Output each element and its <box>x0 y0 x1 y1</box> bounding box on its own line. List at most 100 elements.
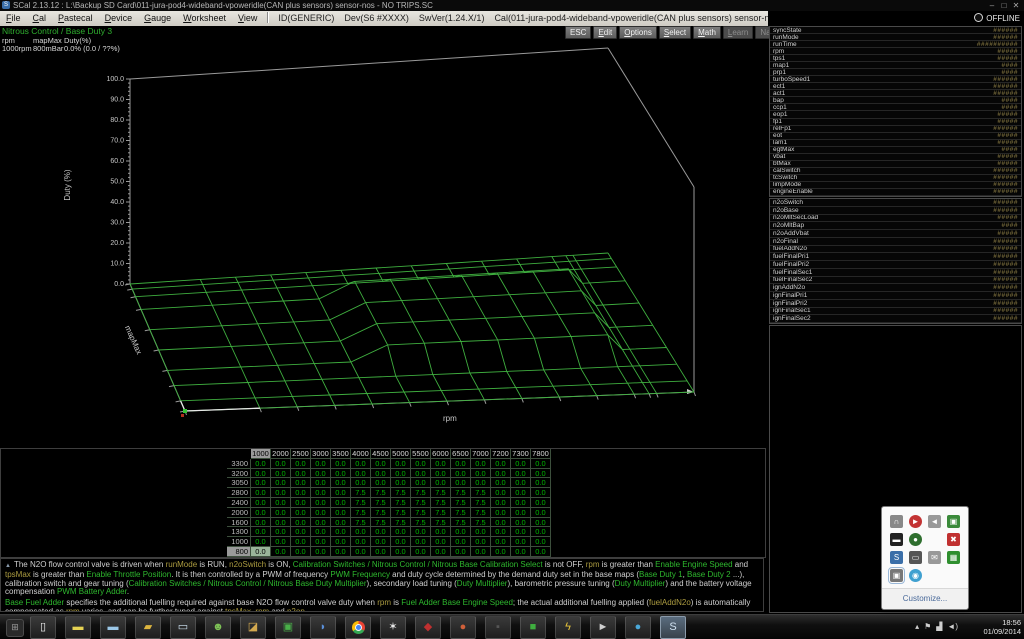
duty-cell[interactable]: 0.0 <box>291 546 311 557</box>
watch-row-turboSpeed1[interactable]: turboSpeed1 ###### <box>770 76 1021 84</box>
watch-row-ignFinalPri1[interactable]: ignFinalPri1 ###### <box>770 292 1021 300</box>
watch-row-tcSwitch[interactable]: tcSwitch ###### <box>770 174 1021 182</box>
watch-row-n2oBase[interactable]: n2oBase ###### <box>770 206 1021 215</box>
duty-cell[interactable]: 0.0 <box>311 478 331 489</box>
headset-tray-icon[interactable]: ∩ <box>890 515 903 528</box>
duty-cell[interactable]: 0.0 <box>311 458 331 469</box>
watch-row-n2oSwitch[interactable]: n2oSwitch ###### <box>770 199 1021 207</box>
duty-cell[interactable]: 0.0 <box>291 497 311 508</box>
rpm-col-header[interactable]: 7000 <box>471 449 491 459</box>
duty-cell[interactable]: 7.5 <box>411 507 431 518</box>
duty-cell[interactable]: 0.0 <box>251 458 271 469</box>
taskbar-scal-icon[interactable]: S <box>660 616 686 639</box>
duty-cell[interactable]: 7.5 <box>391 517 411 528</box>
taskbar-orange-circle-icon[interactable]: ● <box>450 616 476 639</box>
rpm-col-header[interactable]: 7300 <box>511 449 531 459</box>
taskbar-window-icon[interactable]: ▭ <box>170 616 196 639</box>
duty-cell[interactable]: 0.0 <box>291 507 311 518</box>
rpm-col-header[interactable]: 3500 <box>331 449 351 459</box>
duty-cell[interactable]: 0.0 <box>511 478 531 489</box>
duty-cell[interactable]: 0.0 <box>491 546 511 557</box>
duty-cell[interactable]: 0.0 <box>311 546 331 557</box>
map-row-header[interactable]: 3300 <box>227 458 251 469</box>
duty-cell[interactable]: 0.0 <box>411 546 431 557</box>
duty-cell[interactable]: 7.5 <box>371 488 391 498</box>
duty-cell[interactable]: 7.5 <box>471 497 491 508</box>
watch-row-vbat[interactable]: vbat ##### <box>770 153 1021 161</box>
duty-cell[interactable]: 7.5 <box>371 517 391 528</box>
duty-cell[interactable]: 0.0 <box>271 488 291 498</box>
duty-cell[interactable]: 0.0 <box>511 517 531 528</box>
duty-cell[interactable]: 0.0 <box>411 527 431 538</box>
taskbar-lightning-icon[interactable]: ϟ <box>555 616 581 639</box>
taskbar-chrome-icon[interactable] <box>345 616 371 639</box>
duty-cell[interactable]: 0.0 <box>271 497 291 508</box>
duty-cell[interactable]: 0.0 <box>251 497 271 508</box>
map-row-header[interactable]: 2800 <box>227 488 251 498</box>
customize-link[interactable]: Customize... <box>882 588 968 609</box>
play-tray-icon[interactable]: ► <box>909 515 922 528</box>
watch-row-map1[interactable]: map1 #### <box>770 62 1021 70</box>
duty-cell[interactable]: 0.0 <box>411 478 431 489</box>
map-row-header[interactable]: 3050 <box>227 478 251 489</box>
duty-cell[interactable]: 0.0 <box>471 546 491 557</box>
watch-row-ignFinalSec2[interactable]: ignFinalSec2 ###### <box>770 315 1021 323</box>
duty-cell[interactable]: 7.5 <box>371 497 391 508</box>
duty-cell[interactable]: 0.0 <box>271 458 291 469</box>
watch-row-syncState[interactable]: syncState ###### <box>770 27 1021 35</box>
help-link[interactable]: PWM Battery Adder <box>57 587 127 596</box>
duty-cell[interactable]: 0.0 <box>451 546 471 557</box>
duty-cell[interactable]: 7.5 <box>371 507 391 518</box>
duty-cell[interactable]: 7.5 <box>351 507 371 518</box>
watch-row-eot[interactable]: eot ##### <box>770 132 1021 140</box>
watch-row-eop1[interactable]: eop1 ##### <box>770 111 1021 119</box>
volume-tray-icon[interactable]: ◄ <box>928 515 941 528</box>
help-link[interactable]: Duty Multiplier <box>457 579 508 588</box>
duty-cell[interactable]: 0.0 <box>451 458 471 469</box>
duty-cell[interactable]: 7.5 <box>451 517 471 528</box>
duty-cell[interactable]: 0.0 <box>331 517 351 528</box>
duty-cell[interactable]: 0.0 <box>531 458 551 469</box>
watch-row-runTime[interactable]: runTime ########## <box>770 41 1021 49</box>
watch-row-ccp1[interactable]: ccp1 #### <box>770 104 1021 112</box>
duty-cell[interactable]: 0.0 <box>331 537 351 547</box>
duty-cell[interactable]: 0.0 <box>331 507 351 518</box>
duty-cell[interactable]: 0.0 <box>471 468 491 479</box>
duty-cell[interactable]: 7.5 <box>431 497 451 508</box>
green-chip-tray-icon[interactable]: ▦ <box>947 551 960 564</box>
taskbar-bat-icon[interactable]: ✶ <box>380 616 406 639</box>
help-link[interactable]: Calibration Switches / Nitrous Control /… <box>293 560 543 569</box>
duty-cell[interactable]: 0.0 <box>311 468 331 479</box>
duty-cell[interactable]: 0.0 <box>371 458 391 469</box>
duty-cell[interactable]: 0.0 <box>291 458 311 469</box>
duty-cell[interactable]: 0.0 <box>471 478 491 489</box>
duty-cell[interactable]: 0.0 <box>471 458 491 469</box>
duty-cell[interactable]: 0.0 <box>251 507 271 518</box>
map-row-header[interactable]: 1300 <box>227 527 251 538</box>
duty-cell[interactable]: 0.0 <box>411 537 431 547</box>
map-row-header[interactable]: 1600 <box>227 517 251 528</box>
taskbar-green-tile-icon[interactable]: ■ <box>520 616 546 639</box>
watch-row-ignFinalSec1[interactable]: ignFinalSec1 ###### <box>770 307 1021 316</box>
duty-cell[interactable]: 7.5 <box>391 507 411 518</box>
watch-row-ect1[interactable]: ect1 ###### <box>770 83 1021 91</box>
watch-row-relFp1[interactable]: relFp1 ###### <box>770 125 1021 133</box>
taskbar-clock[interactable]: 18:56 01/09/2014 <box>983 618 1021 636</box>
watch-row-egtMax[interactable]: egtMax #### <box>770 146 1021 154</box>
duty-cell[interactable]: 0.0 <box>451 468 471 479</box>
duty-cell[interactable]: 0.0 <box>271 517 291 528</box>
action-center-flag-icon[interactable]: ⚑ <box>924 622 931 632</box>
duty-cell[interactable]: 0.0 <box>251 468 271 479</box>
duty-cell[interactable]: 0.0 <box>351 546 371 557</box>
watch-row-btMax[interactable]: btMax ##### <box>770 160 1021 168</box>
duty-cell[interactable]: 0.0 <box>251 527 271 538</box>
taskbar-green-user-icon[interactable]: ☻ <box>205 616 231 639</box>
duty-cell[interactable]: 0.0 <box>511 546 531 557</box>
black-oval-tray-icon[interactable]: ▬ <box>890 533 903 546</box>
network-icon[interactable]: ▟ <box>936 622 942 632</box>
duty-cell[interactable]: 0.0 <box>511 488 531 498</box>
duty-cell[interactable]: 0.0 <box>531 478 551 489</box>
duty-cell[interactable]: 0.0 <box>531 488 551 498</box>
rpm-col-header[interactable]: 6500 <box>451 449 471 459</box>
duty-cell[interactable]: 0.0 <box>511 497 531 508</box>
